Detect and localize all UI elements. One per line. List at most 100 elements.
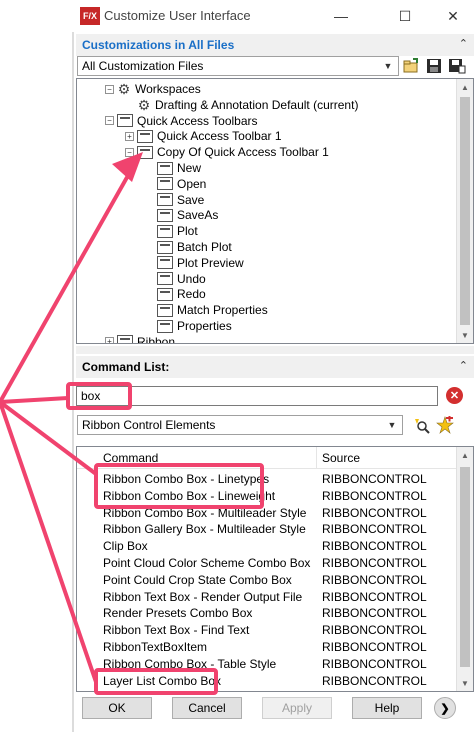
tree-item-label: Plot Preview xyxy=(177,255,244,270)
tree-item[interactable]: Plot Preview xyxy=(145,255,244,271)
tree-item-label: Batch Plot xyxy=(177,240,232,254)
cancel-button[interactable]: Cancel xyxy=(172,697,242,719)
table-row[interactable]: Ribbon Combo Box - Multileader Style RIBB… xyxy=(77,505,457,522)
tree-item[interactable]: Plot xyxy=(145,223,198,239)
command-search-value: box xyxy=(81,389,101,403)
tree-item[interactable]: Open xyxy=(145,176,206,192)
collapse-icon[interactable]: − xyxy=(105,84,114,94)
tree-item-label: Undo xyxy=(177,271,206,286)
command-icon xyxy=(157,240,173,254)
tree-item[interactable]: − Quick Access Toolbars xyxy=(105,113,258,129)
collapse-icon[interactable]: ⌃ xyxy=(459,37,468,50)
command-source: RIBBONCONTROL xyxy=(322,589,427,604)
command-search-input[interactable]: box xyxy=(76,386,438,406)
maximize-button[interactable]: ☐ xyxy=(390,4,420,28)
more-options-button[interactable]: ❯ xyxy=(434,697,456,719)
table-row[interactable]: RibbonTextBoxItem RIBBONCONTROL xyxy=(77,639,457,656)
tree-item-label: Drafting & Annotation Default (current) xyxy=(155,97,359,112)
tree-item[interactable]: Redo xyxy=(145,286,206,302)
command-name: Ribbon Combo Box - Lineweight xyxy=(103,488,276,503)
tree-item[interactable]: + Quick Access Toolbar 1 xyxy=(125,128,282,144)
command-list-scrollbar-thumb[interactable] xyxy=(460,467,470,667)
table-row[interactable]: Clip Box RIBBONCONTROL xyxy=(77,538,457,555)
find-command-icon[interactable] xyxy=(412,416,430,434)
chevron-down-icon[interactable]: ▼ xyxy=(381,59,395,73)
close-button[interactable]: ✕ xyxy=(438,4,468,28)
tree-item-label: New xyxy=(177,161,202,175)
expand-icon[interactable]: + xyxy=(105,337,114,343)
command-list-scrollbar[interactable]: ▲ ▼ xyxy=(456,447,473,691)
command-source: RIBBONCONTROL xyxy=(322,572,427,587)
tree-item[interactable]: SaveAs xyxy=(145,207,218,223)
tree-scrollbar-thumb[interactable] xyxy=(460,97,470,325)
scroll-up-icon[interactable]: ▲ xyxy=(457,79,473,95)
customization-file-dropdown[interactable]: All Customization Files ▼ xyxy=(77,56,399,76)
tree-item-label: Save xyxy=(177,192,205,207)
tree-scrollbar[interactable]: ▲ ▼ xyxy=(456,79,473,343)
command-filter-dropdown[interactable]: Ribbon Control Elements ▼ xyxy=(77,415,403,435)
collapse-icon[interactable]: − xyxy=(125,147,134,157)
tree-item[interactable]: − ⚙ Workspaces xyxy=(105,81,201,97)
command-source: RIBBONCONTROL xyxy=(322,556,427,570)
command-list-table[interactable]: Command Source Ribbon Combo Box - Linety… xyxy=(76,446,474,692)
command-icon xyxy=(157,287,173,301)
table-row[interactable]: Ribbon Text Box - Render Output File RIBB… xyxy=(77,589,457,606)
tree-item[interactable]: Save xyxy=(145,192,204,208)
toolbar-icon xyxy=(117,335,133,343)
scroll-down-icon[interactable]: ▼ xyxy=(457,675,473,691)
tree-item[interactable]: Batch Plot xyxy=(145,239,232,255)
command-icon xyxy=(157,319,173,333)
toolbar-icon xyxy=(137,129,153,143)
command-source: RIBBONCONTROL xyxy=(322,522,427,537)
table-row[interactable]: Ribbon Combo Box - Linetypes RIBBONCONTRO… xyxy=(77,471,457,488)
collapse-icon[interactable]: − xyxy=(105,116,114,126)
load-file-icon[interactable] xyxy=(402,57,420,75)
command-icon xyxy=(157,272,173,286)
scroll-up-icon[interactable]: ▲ xyxy=(457,447,473,463)
tree-item-label: Redo xyxy=(177,287,206,302)
tree-item[interactable]: ⚙ Drafting & Annotation Default (current) xyxy=(125,97,359,113)
column-header-source[interactable]: Source xyxy=(317,447,457,469)
table-row[interactable]: Render Presets Combo Box RIBBONCONTROL xyxy=(77,605,457,622)
command-source: RIBBONCONTROL xyxy=(322,505,427,520)
command-name: Ribbon Text Box - Find Text xyxy=(103,623,250,638)
table-row[interactable]: Ribbon Combo Box - Table Style RIBBONCONT… xyxy=(77,656,457,673)
tree-item[interactable]: Properties xyxy=(145,318,232,334)
table-row[interactable]: Ribbon Gallery Box - Multileader Style RI… xyxy=(77,521,457,538)
command-source: RIBBONCONTROL xyxy=(322,623,427,638)
background-area xyxy=(0,0,72,732)
collapse-icon[interactable]: ⌃ xyxy=(459,359,468,372)
tree-item-label: Quick Access Toolbar 1 xyxy=(157,129,282,144)
ok-button[interactable]: OK xyxy=(82,697,152,719)
save-as-icon[interactable] xyxy=(448,58,466,74)
column-header-command[interactable]: Command xyxy=(77,447,317,469)
tree-item-label: Ribbon xyxy=(137,334,176,344)
table-row[interactable]: Point Cloud Color Scheme Combo Box RIBBON… xyxy=(77,555,457,572)
tree-item[interactable]: + Ribbon xyxy=(105,334,176,344)
chevron-down-icon[interactable]: ▼ xyxy=(385,418,399,432)
dialog-edge xyxy=(72,0,74,732)
table-row[interactable]: Point Could Crop State Combo Box RIBBONCO… xyxy=(77,572,457,589)
tree-item[interactable]: − Copy Of Quick Access Toolbar 1 xyxy=(125,144,329,160)
table-row[interactable]: Ribbon Text Box - Find Text RIBBONCONTROL xyxy=(77,622,457,639)
tree-item[interactable]: Match Properties xyxy=(145,302,268,318)
expand-icon[interactable]: + xyxy=(125,131,134,141)
save-icon[interactable] xyxy=(426,58,442,74)
scroll-down-icon[interactable]: ▼ xyxy=(457,327,473,343)
command-name: Point Cloud Color Scheme Combo Box xyxy=(103,556,311,570)
tree-item[interactable]: New xyxy=(145,160,201,176)
tree-item[interactable]: Undo xyxy=(145,271,206,287)
help-button[interactable]: Help xyxy=(352,697,422,719)
customizations-header[interactable]: Customizations in All Files ⌃ xyxy=(76,34,474,56)
gear-icon: ⚙ xyxy=(117,81,131,97)
minimize-button[interactable]: — xyxy=(326,4,356,28)
splitter[interactable] xyxy=(76,346,474,354)
table-row[interactable]: Ribbon Combo Box - Lineweight RIBBONCONTR… xyxy=(77,488,457,505)
apply-button[interactable]: Apply xyxy=(262,697,332,719)
tree-item-label: Quick Access Toolbars xyxy=(137,113,258,128)
clear-search-icon[interactable]: ✕ xyxy=(446,387,463,404)
command-list-header[interactable]: Command List: ⌃ xyxy=(76,356,474,378)
customizations-tree[interactable]: − ⚙ Workspaces ⚙ Drafting & Annotation Defau… xyxy=(76,78,474,344)
new-command-icon[interactable] xyxy=(436,414,454,434)
table-row[interactable]: Layer List Combo Box RIBBONCONTROL xyxy=(77,673,457,690)
